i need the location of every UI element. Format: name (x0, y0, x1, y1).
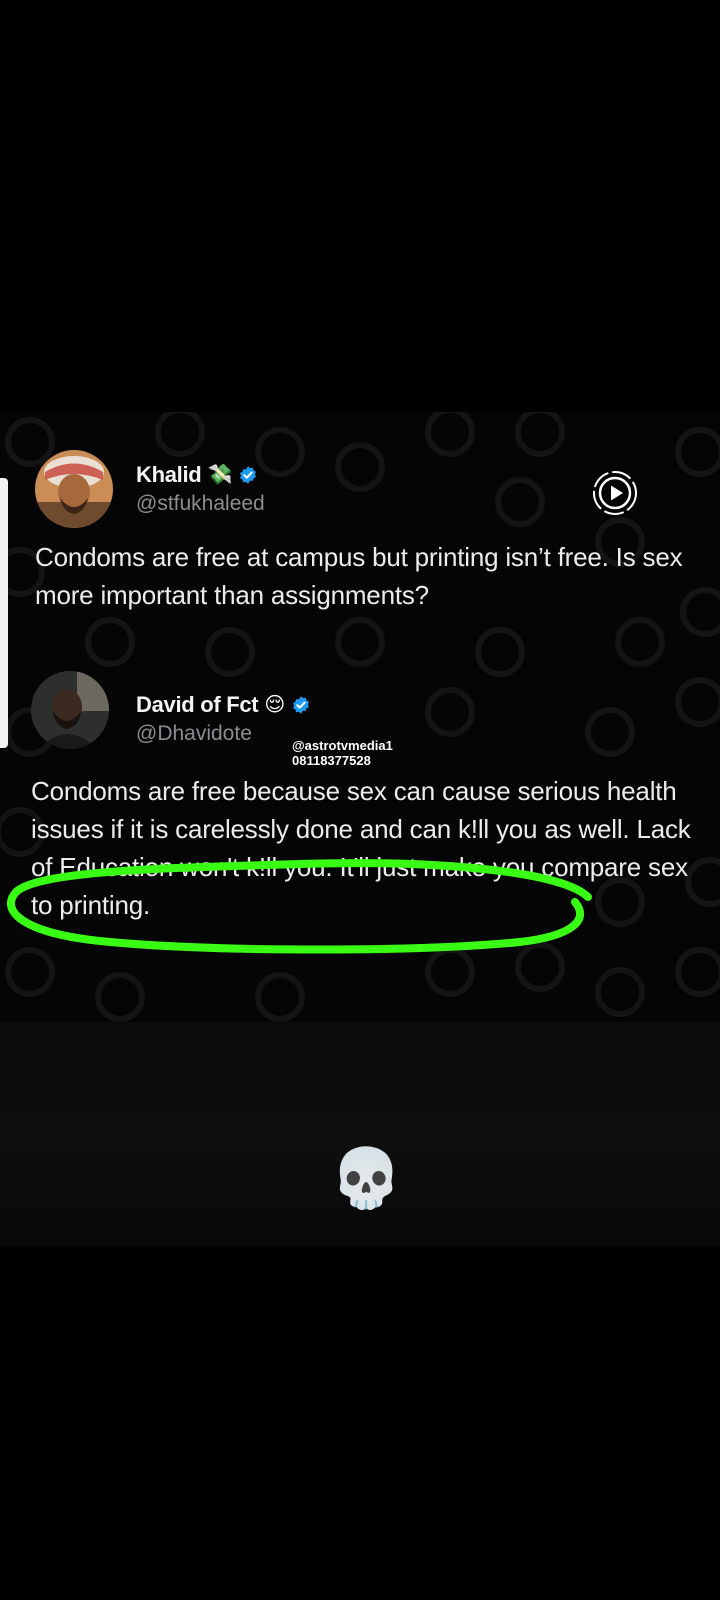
side-scroll-handle[interactable] (0, 478, 8, 748)
play-circle-icon[interactable] (592, 470, 638, 516)
money-emoji-icon: 💸 (207, 464, 233, 486)
watermark-handle: @astrotvmedia1 (292, 738, 393, 753)
verified-badge-icon (240, 466, 257, 484)
relieved-face-emoji-icon: 😌 (264, 694, 286, 716)
reaction-band (0, 1022, 720, 1247)
user-handle[interactable]: @Dhavidote (136, 722, 252, 746)
verified-badge-icon (293, 696, 310, 714)
watermark-phone: 08118377528 (292, 753, 371, 768)
avatar-khalid[interactable] (35, 450, 113, 528)
name-row-khalid: Khalid 💸 (136, 462, 258, 488)
name-row-david: David of Fct 😌 (136, 692, 311, 718)
watermark: @astrotvmedia1 08118377528 (292, 738, 393, 768)
skull-emoji-icon: 💀 (330, 1146, 403, 1211)
display-name[interactable]: Khalid (136, 462, 202, 488)
avatar-david[interactable] (31, 671, 109, 749)
display-name[interactable]: David of Fct (136, 692, 259, 718)
tweet-body: Condoms are free at campus but printing … (35, 542, 683, 610)
tweet-body: Condoms are free because sex can cause s… (31, 776, 691, 920)
user-handle[interactable]: @stfukhaleed (136, 492, 265, 516)
